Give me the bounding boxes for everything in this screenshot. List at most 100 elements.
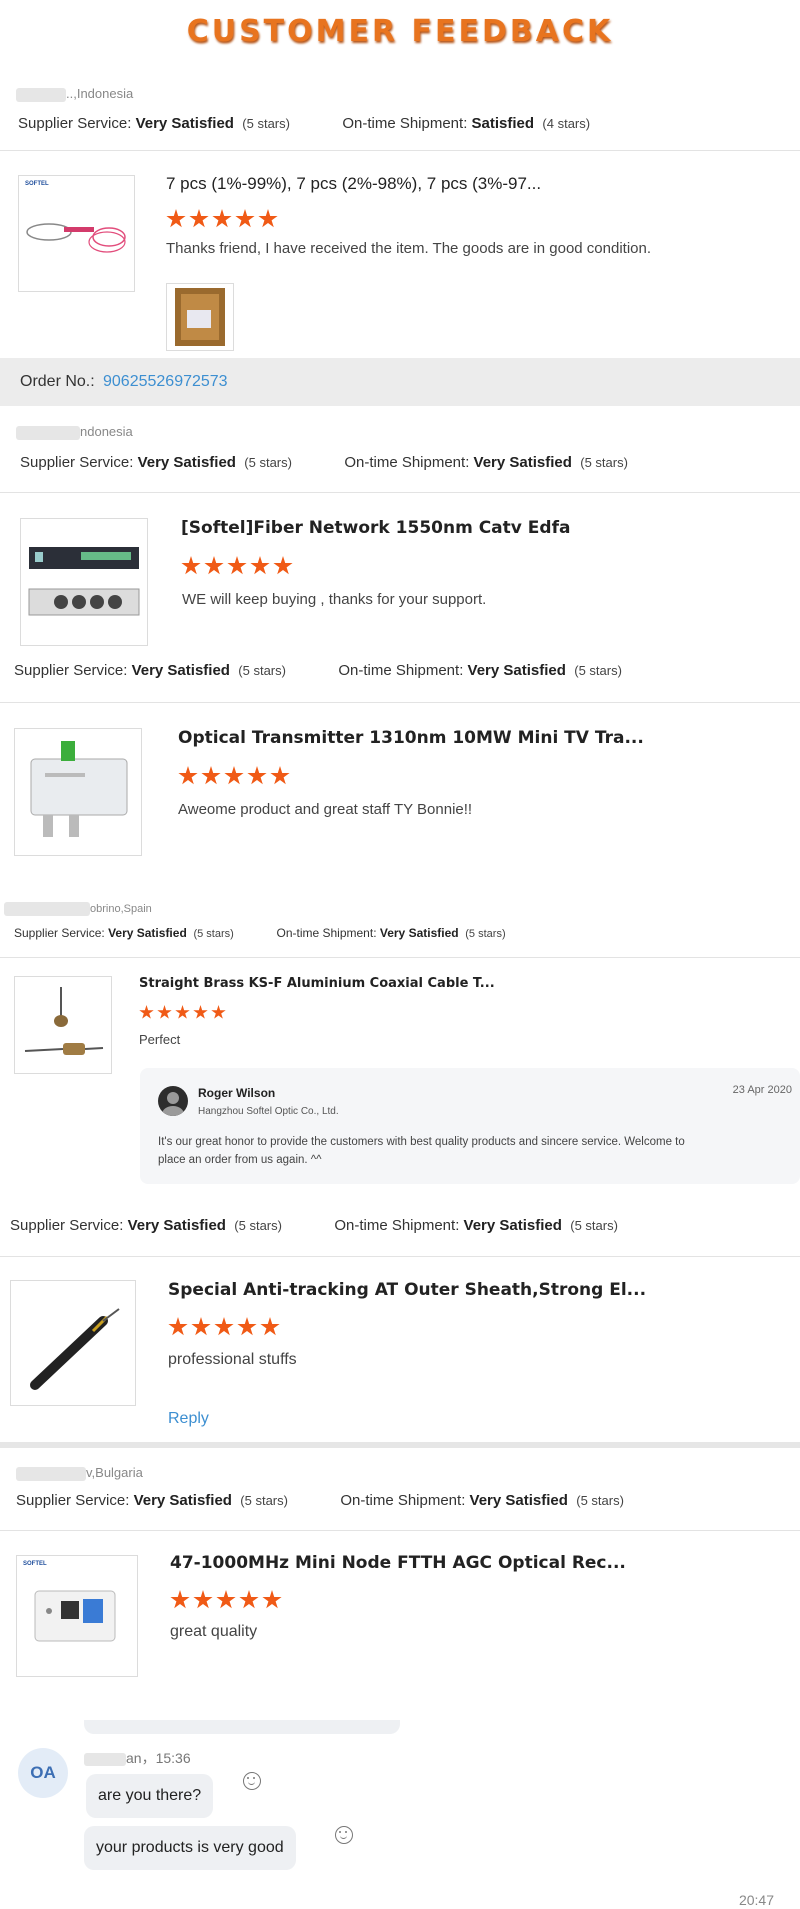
chat-sender-time: an，15:36 <box>84 1748 191 1768</box>
star-icon <box>204 556 224 575</box>
chat-message[interactable]: are you there? <box>86 1774 214 1818</box>
chat-message[interactable]: your products is very good <box>84 1826 296 1870</box>
previous-message-bubble <box>84 1720 400 1734</box>
star-rating <box>170 1590 282 1610</box>
rating-summary: Supplier Service: Very Satisfied (5 star… <box>14 662 622 679</box>
review-comment: great quality <box>170 1623 258 1640</box>
product-title[interactable]: [Softel]Fiber Network 1550nm Catv Edfa <box>181 518 570 538</box>
review-comment: Thanks friend, I have received the item.… <box>166 240 652 257</box>
star-icon <box>224 766 244 785</box>
rating-summary: Supplier Service: Very Satisfied (5 star… <box>16 1492 624 1509</box>
star-icon <box>216 1590 236 1609</box>
fiber-splitter-image <box>26 223 126 253</box>
reply-author: Roger Wilson <box>198 1086 276 1100</box>
star-icon <box>139 1005 154 1019</box>
star-icon <box>201 766 221 785</box>
star-icon <box>227 556 247 575</box>
divider <box>0 1530 800 1531</box>
product-title[interactable]: Special Anti-tracking AT Outer Sheath,St… <box>168 1280 646 1300</box>
product-title[interactable]: 47-1000MHz Mini Node FTTH AGC Optical Re… <box>170 1553 626 1573</box>
buyer-location: v,Bulgaria <box>16 1465 143 1481</box>
page-title: CUSTOMER FEEDBACK <box>186 14 614 49</box>
section-divider <box>0 1442 800 1448</box>
optical-transmitter-image <box>30 741 128 837</box>
reply-date: 23 Apr 2020 <box>732 1084 792 1096</box>
rating-summary: Supplier Service: Very Satisfied (5 star… <box>20 454 628 471</box>
reply-link[interactable]: Reply <box>168 1410 209 1428</box>
coaxial-connector-image <box>24 987 104 1055</box>
star-icon <box>260 1317 280 1336</box>
product-title[interactable]: Optical Transmitter 1310nm 10MW Mini TV … <box>178 728 644 748</box>
star-icon <box>193 1590 213 1609</box>
star-icon <box>157 1005 172 1019</box>
product-thumbnail[interactable] <box>10 1280 136 1406</box>
avatar[interactable] <box>158 1086 188 1116</box>
review-comment: Aweome product and great staff TY Bonnie… <box>178 801 473 818</box>
buyer-location: obrino,Spain <box>4 902 152 916</box>
star-icon <box>250 556 270 575</box>
chat-timestamp: 20:47 <box>738 1892 774 1908</box>
rating-summary: Supplier Service: Very Satisfied (5 star… <box>14 926 506 940</box>
seller-reply: Roger Wilson Hangzhou Softel Optic Co., … <box>140 1068 800 1184</box>
person-icon <box>162 1092 184 1116</box>
reply-text-line: place an order from us again. ^^ <box>158 1154 322 1166</box>
order-bar: Order No.: 90625526972573 <box>0 358 800 406</box>
product-title[interactable]: Straight Brass KS-F Aluminium Coaxial Ca… <box>139 976 495 991</box>
star-rating <box>168 1317 280 1337</box>
divider <box>0 957 800 958</box>
product-thumbnail[interactable] <box>20 518 148 646</box>
fiber-cable-image <box>30 1308 120 1390</box>
product-thumbnail[interactable] <box>14 976 112 1074</box>
product-thumbnail[interactable]: SOFTEL <box>18 175 135 292</box>
star-icon <box>175 1005 190 1019</box>
blurred-name <box>16 87 66 102</box>
star-icon <box>247 766 267 785</box>
divider <box>0 492 800 493</box>
emoji-icon[interactable] <box>243 1772 261 1790</box>
blurred-name <box>84 1752 126 1766</box>
review-comment: WE will keep buying , thanks for your su… <box>182 591 487 608</box>
star-icon <box>214 1317 234 1336</box>
divider <box>0 150 800 151</box>
product-thumbnail[interactable] <box>14 728 142 856</box>
buyer-location: ndonesia <box>16 424 133 440</box>
star-icon <box>273 556 293 575</box>
star-icon <box>235 209 255 228</box>
product-title[interactable]: 7 pcs (1%-99%), 7 pcs (2%-98%), 7 pcs (3… <box>166 174 541 194</box>
star-icon <box>166 209 186 228</box>
star-icon <box>212 209 232 228</box>
star-icon <box>258 209 278 228</box>
star-icon <box>211 1005 226 1019</box>
star-icon <box>270 766 290 785</box>
reply-text-line: It's our great honor to provide the cust… <box>158 1136 685 1148</box>
product-thumbnail[interactable]: SOFTEL <box>16 1555 138 1677</box>
star-icon <box>191 1317 211 1336</box>
reply-company: Hangzhou Softel Optic Co., Ltd. <box>198 1106 339 1117</box>
star-icon <box>262 1590 282 1609</box>
divider <box>0 702 800 703</box>
mini-node-image <box>34 1590 116 1642</box>
star-icon <box>181 556 201 575</box>
star-icon <box>168 1317 188 1336</box>
star-icon <box>189 209 209 228</box>
avatar[interactable]: OA <box>18 1748 68 1798</box>
rating-summary: Supplier Service: Very Satisfied (5 star… <box>10 1217 618 1234</box>
star-icon <box>170 1590 190 1609</box>
rating-summary: Supplier Service: Very Satisfied (5 star… <box>18 115 591 132</box>
blurred-name <box>16 1466 86 1481</box>
blurred-name <box>16 425 80 440</box>
order-number-link[interactable]: 90625526972573 <box>103 373 228 391</box>
review-photo[interactable] <box>166 283 234 351</box>
package-photo <box>175 288 225 346</box>
review-comment: professional stuffs <box>168 1351 297 1368</box>
divider <box>0 1256 800 1257</box>
star-icon <box>193 1005 208 1019</box>
star-rating <box>166 209 278 229</box>
emoji-icon[interactable] <box>335 1826 353 1844</box>
star-rating <box>178 766 290 786</box>
star-icon <box>239 1590 259 1609</box>
star-icon <box>237 1317 257 1336</box>
edfa-device-image <box>28 547 140 616</box>
star-rating <box>139 1005 226 1020</box>
star-icon <box>178 766 198 785</box>
